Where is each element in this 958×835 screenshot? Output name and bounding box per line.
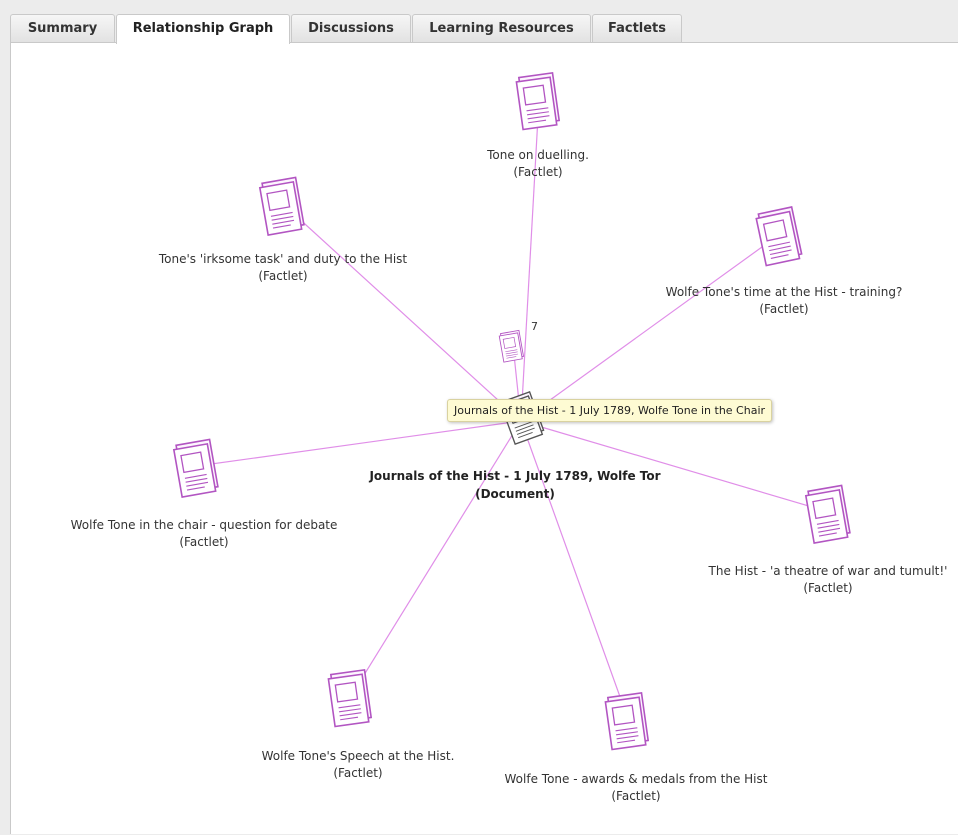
factlet-icon-irksome[interactable] xyxy=(258,176,305,236)
cluster-count: 7 xyxy=(531,320,538,333)
node-tooltip: Journals of the Hist - 1 July 1789, Wolf… xyxy=(447,399,773,422)
factlet-icon-speech[interactable] xyxy=(327,668,373,728)
factlet-cluster-icon[interactable] xyxy=(498,329,525,363)
edge-3 xyxy=(196,420,522,467)
center-node-label[interactable]: Journals of the Hist - 1 July 1789, Wolf… xyxy=(350,467,680,503)
factlet-icon-training[interactable] xyxy=(755,206,803,267)
tab-relationship-graph[interactable]: Relationship Graph xyxy=(116,14,290,44)
edge-5 xyxy=(350,420,522,697)
tab-learning-resources[interactable]: Learning Resources xyxy=(412,14,591,42)
edge-6 xyxy=(520,420,629,720)
tab-factlets[interactable]: Factlets xyxy=(592,14,682,42)
node-label-chair-question[interactable]: Wolfe Tone in the chair - question for d… xyxy=(71,517,338,551)
node-label-speech[interactable]: Wolfe Tone's Speech at the Hist. (Factlet… xyxy=(262,748,455,782)
edge-2 xyxy=(520,233,781,422)
tab-discussions[interactable]: Discussions xyxy=(291,14,411,42)
factlet-icon-duelling[interactable] xyxy=(515,71,561,131)
factlet-icon-chair[interactable] xyxy=(172,438,219,498)
node-label-awards[interactable]: Wolfe Tone - awards & medals from the Hi… xyxy=(505,771,768,805)
node-label-irksome-task[interactable]: Tone's 'irksome task' and duty to the Hi… xyxy=(159,251,407,285)
factlet-icon-theatre[interactable] xyxy=(804,484,851,544)
tab-bar: Summary Relationship Graph Discussions L… xyxy=(0,0,958,44)
node-label-tone-on-duelling[interactable]: Tone on duelling. (Factlet) xyxy=(487,147,589,181)
relationship-graph-panel xyxy=(10,42,958,834)
tab-summary[interactable]: Summary xyxy=(10,14,115,42)
relationship-graph-canvas[interactable] xyxy=(11,43,958,835)
edge-1 xyxy=(282,203,522,422)
node-label-time-at-hist[interactable]: Wolfe Tone's time at the Hist - training… xyxy=(666,284,903,318)
node-label-theatre-of-war[interactable]: The Hist - 'a theatre of war and tumult!… xyxy=(709,563,948,597)
factlet-icon-awards[interactable] xyxy=(604,691,650,751)
